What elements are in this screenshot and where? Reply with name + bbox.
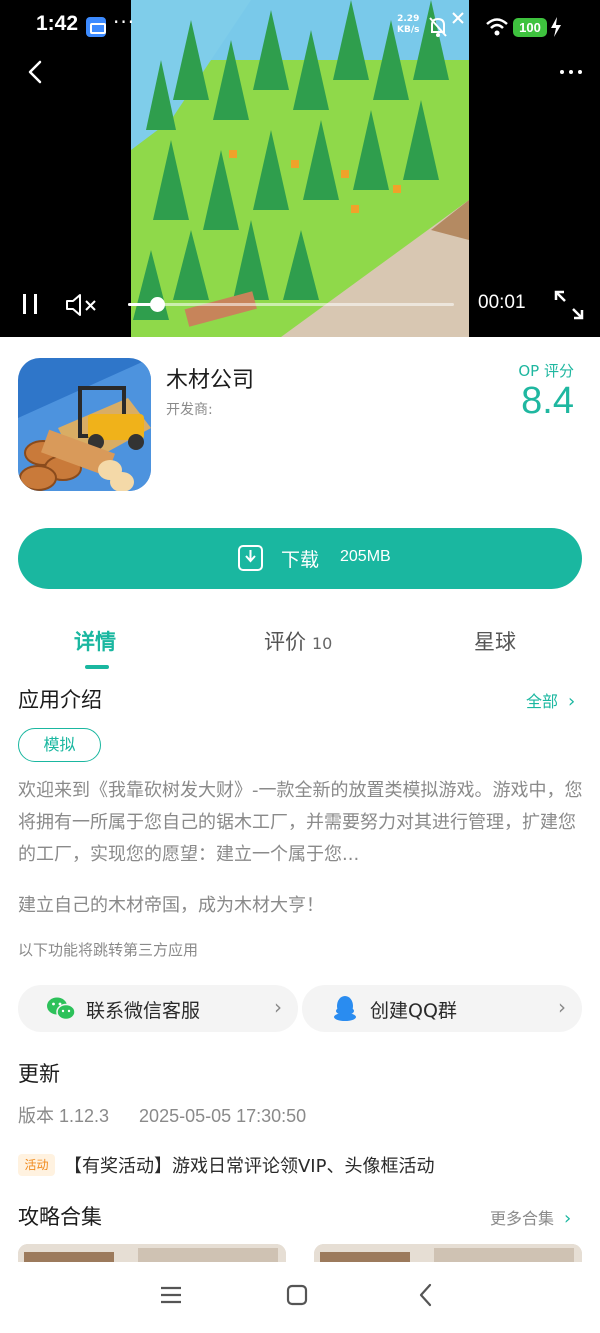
chevron-right-icon: ›	[568, 691, 576, 712]
category-tag[interactable]: 模拟	[18, 728, 101, 762]
version-number: 版本 1.12.3	[18, 1106, 110, 1126]
download-size: 205MB	[340, 548, 391, 565]
network-speed: 2.29 KB/s	[397, 14, 419, 36]
status-time: 1:42	[36, 12, 79, 35]
guides-more-link[interactable]: 更多合集 ›	[490, 1205, 571, 1229]
video-progress-handle[interactable]	[150, 297, 166, 312]
bell-off-icon	[429, 17, 447, 37]
tab-detail[interactable]: 详情	[74, 626, 116, 656]
network-speed-value: 2.29	[397, 14, 420, 24]
system-navigation-bar	[0, 1262, 600, 1333]
back-nav-icon[interactable]	[416, 1282, 436, 1308]
guides-section-title: 攻略合集	[18, 1205, 102, 1229]
recent-apps-icon[interactable]	[158, 1284, 184, 1306]
pause-button[interactable]	[20, 292, 42, 318]
chevron-right-icon: ›	[274, 995, 282, 1019]
network-speed-unit: KB/s	[397, 25, 420, 35]
pause-icon-bar-left	[23, 294, 26, 314]
intro-description: 欢迎来到《我靠砍树发大财》-一款全新的放置类模拟游戏。游戏中，您将拥有一所属于您…	[18, 780, 583, 865]
third-party-note: 以下功能将跳转第三方应用	[18, 941, 199, 959]
video-progress-bar[interactable]	[128, 297, 454, 312]
intro-section-title: 应用介绍	[18, 688, 102, 712]
notification-app-icon	[86, 17, 106, 37]
score-value: 8.4	[521, 380, 574, 422]
wechat-support-label: 联系微信客服	[86, 1000, 201, 1022]
wifi-icon	[486, 18, 508, 36]
qq-icon	[334, 996, 356, 1021]
back-button[interactable]	[22, 56, 52, 88]
intro-tagline: 建立自己的木材帝国，成为木材大亨！	[18, 895, 324, 916]
chevron-right-icon: ›	[558, 995, 566, 1019]
battery-indicator: 100	[513, 18, 547, 37]
version-info: 版本 1.12.3 2025-05-05 17:30:50	[18, 1102, 306, 1128]
wechat-support-button[interactable]: 联系微信客服 ›	[18, 985, 298, 1032]
update-section-title: 更新	[18, 1062, 60, 1086]
active-tab-indicator	[85, 665, 109, 669]
home-icon[interactable]	[286, 1284, 308, 1306]
charging-icon	[551, 17, 561, 37]
download-button[interactable]: 下载 205MB	[18, 528, 582, 589]
tab-reviews[interactable]: 评价 10	[264, 626, 332, 656]
video-controls: 00:01	[0, 280, 600, 330]
download-icon	[238, 545, 263, 571]
guides-more-label: 更多合集	[490, 1209, 555, 1228]
tab-reviews-label: 评价	[264, 630, 306, 654]
event-link[interactable]: 【有奖活动】游戏日常评论领VIP、头像框活动	[64, 1152, 434, 1178]
app-title: 木材公司	[166, 368, 255, 393]
score-label: OP 评分	[518, 362, 574, 380]
mute-button[interactable]	[64, 292, 100, 318]
intro-more-label: 全部	[526, 692, 559, 711]
download-label: 下载	[281, 549, 320, 571]
wechat-icon	[47, 997, 76, 1021]
more-options-button[interactable]	[556, 60, 586, 84]
close-small-icon	[452, 12, 464, 24]
tab-reviews-count: 10	[312, 634, 333, 653]
video-player[interactable]: 1:42 ··· 2.29 KB/s 100 00:01	[0, 0, 600, 337]
create-qq-group-button[interactable]: 创建QQ群 ›	[302, 985, 582, 1032]
fullscreen-button[interactable]	[552, 288, 586, 322]
app-icon	[18, 358, 151, 491]
status-more-dots: ···	[113, 10, 136, 34]
intro-more-link[interactable]: 全部 ›	[526, 688, 575, 712]
event-badge: 活动	[18, 1154, 55, 1176]
update-date: 2025-05-05 17:30:50	[139, 1106, 307, 1126]
create-qq-group-label: 创建QQ群	[370, 1000, 457, 1022]
pause-icon-bar-right	[34, 294, 37, 314]
tab-planet[interactable]: 星球	[474, 626, 516, 656]
video-elapsed-time: 00:01	[478, 292, 526, 313]
chevron-right-icon: ›	[564, 1208, 572, 1229]
developer-label: 开发商:	[166, 402, 213, 418]
status-bar: 1:42 ··· 2.29 KB/s 100	[0, 0, 600, 56]
